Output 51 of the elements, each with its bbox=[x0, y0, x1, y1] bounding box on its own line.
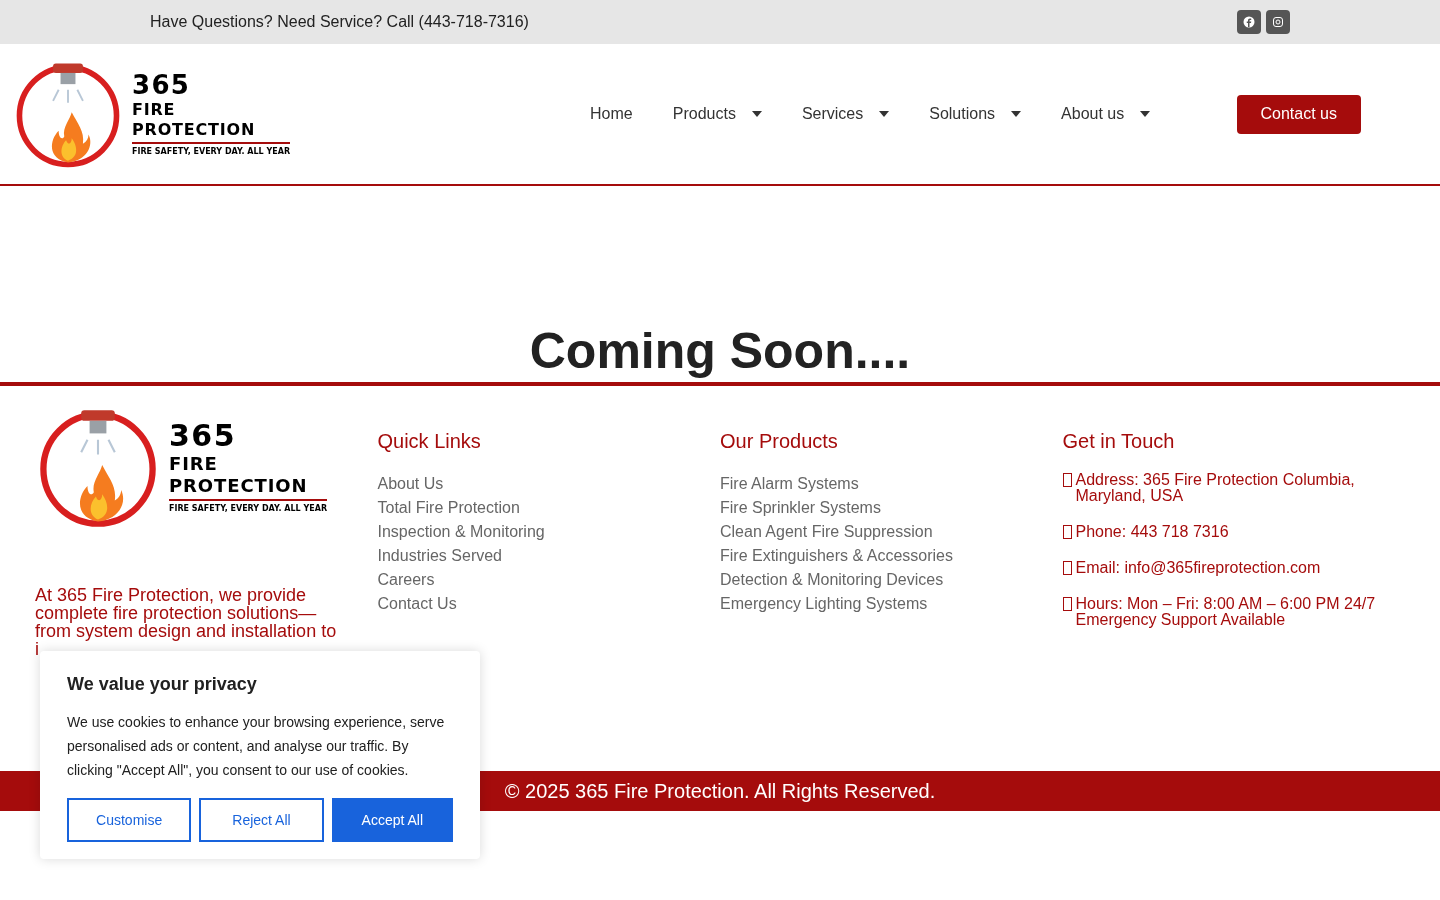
facebook-icon[interactable] bbox=[1237, 10, 1261, 34]
footer-link[interactable]: Emergency Lighting Systems bbox=[720, 592, 1063, 616]
footer-link[interactable]: About Us bbox=[377, 472, 720, 496]
nav-link[interactable]: Solutions bbox=[929, 102, 1022, 126]
cookie-button[interactable]: Reject All bbox=[199, 798, 324, 842]
footer-link[interactable]: Careers bbox=[377, 568, 720, 592]
cookie-text: We use cookies to enhance your browsing experience, serve personalised ads or content, and analyse our traffic. By clicking "Accept All", you consent to our use of cookies. bbox=[67, 713, 446, 780]
logo-number: 365 bbox=[132, 72, 192, 98]
footer-link[interactable]: Fire Extinguishers & Accessories bbox=[720, 544, 1063, 568]
logo-word: PROTECTION bbox=[169, 477, 309, 495]
footer-column-title: Quick Links bbox=[377, 429, 482, 454]
nav-link[interactable]: About us bbox=[1061, 102, 1151, 126]
cookie-button[interactable]: Customise bbox=[67, 798, 192, 842]
contact-info-text: Email: info@365fireprotection.com bbox=[1075, 560, 1321, 576]
logo-tagline: FIRE SAFETY, EVERY DAY. ALL YEAR bbox=[169, 505, 328, 513]
footer-link[interactable]: Fire Alarm Systems bbox=[720, 472, 1063, 496]
contact-button[interactable]: Contact us bbox=[1236, 94, 1361, 134]
contact-info-text: Phone: 443 718 7316 bbox=[1075, 524, 1229, 540]
contact-info-text: Address: 365 Fire Protection Columbia, Maryland, USA bbox=[1075, 472, 1356, 504]
nav-link[interactable]: Home bbox=[590, 102, 633, 126]
logo-word: FIRE bbox=[169, 455, 219, 473]
about-text: complete fire protection solutions— bbox=[35, 604, 318, 622]
footer-link[interactable]: Detection & Monitoring Devices bbox=[720, 568, 1063, 592]
about-text: i bbox=[35, 640, 40, 658]
missing-glyph-icon bbox=[1062, 525, 1072, 539]
copyright-text: © 2025 365 Fire Protection. All Rights Reserved. bbox=[504, 779, 936, 804]
instagram-icon[interactable] bbox=[1266, 10, 1290, 34]
logo-number: 365 bbox=[169, 421, 238, 451]
logo-tagline: FIRE SAFETY, EVERY DAY. ALL YEAR bbox=[132, 148, 291, 156]
logo-word: PROTECTION bbox=[132, 122, 257, 138]
footer-column-title: Get in Touch bbox=[1062, 429, 1176, 454]
logo-word: FIRE bbox=[132, 102, 177, 118]
nav-link[interactable]: Services bbox=[801, 102, 890, 126]
footer-link[interactable]: Industries Served bbox=[377, 544, 720, 568]
page-heading: Coming Soon.... bbox=[529, 326, 911, 376]
about-text: from system design and installation to bbox=[35, 622, 338, 640]
footer-link[interactable]: Fire Sprinkler Systems bbox=[720, 496, 1063, 520]
footer-link[interactable]: Clean Agent Fire Suppression bbox=[720, 520, 1063, 544]
cookie-title: We value your privacy bbox=[67, 673, 258, 696]
footer-link[interactable]: Contact Us bbox=[377, 592, 720, 616]
missing-glyph-icon bbox=[1062, 597, 1072, 611]
nav-link[interactable]: Products bbox=[672, 102, 762, 126]
about-text: At 365 Fire Protection, we provide bbox=[35, 586, 307, 604]
contact-info-text: Hours: Mon – Fri: 8:00 AM – 6:00 PM 24/7 Emergency Support Available bbox=[1075, 596, 1377, 628]
footer-link[interactable]: Inspection & Monitoring bbox=[377, 520, 720, 544]
footer-link[interactable]: Total Fire Protection bbox=[377, 496, 720, 520]
service-phone-text: Have Questions? Need Service? Call (443-718-7316) bbox=[150, 12, 529, 32]
missing-glyph-icon bbox=[1062, 473, 1072, 487]
cookie-button[interactable]: Accept All bbox=[331, 798, 453, 842]
footer-column-title: Our Products bbox=[720, 429, 839, 454]
missing-glyph-icon bbox=[1062, 561, 1072, 575]
